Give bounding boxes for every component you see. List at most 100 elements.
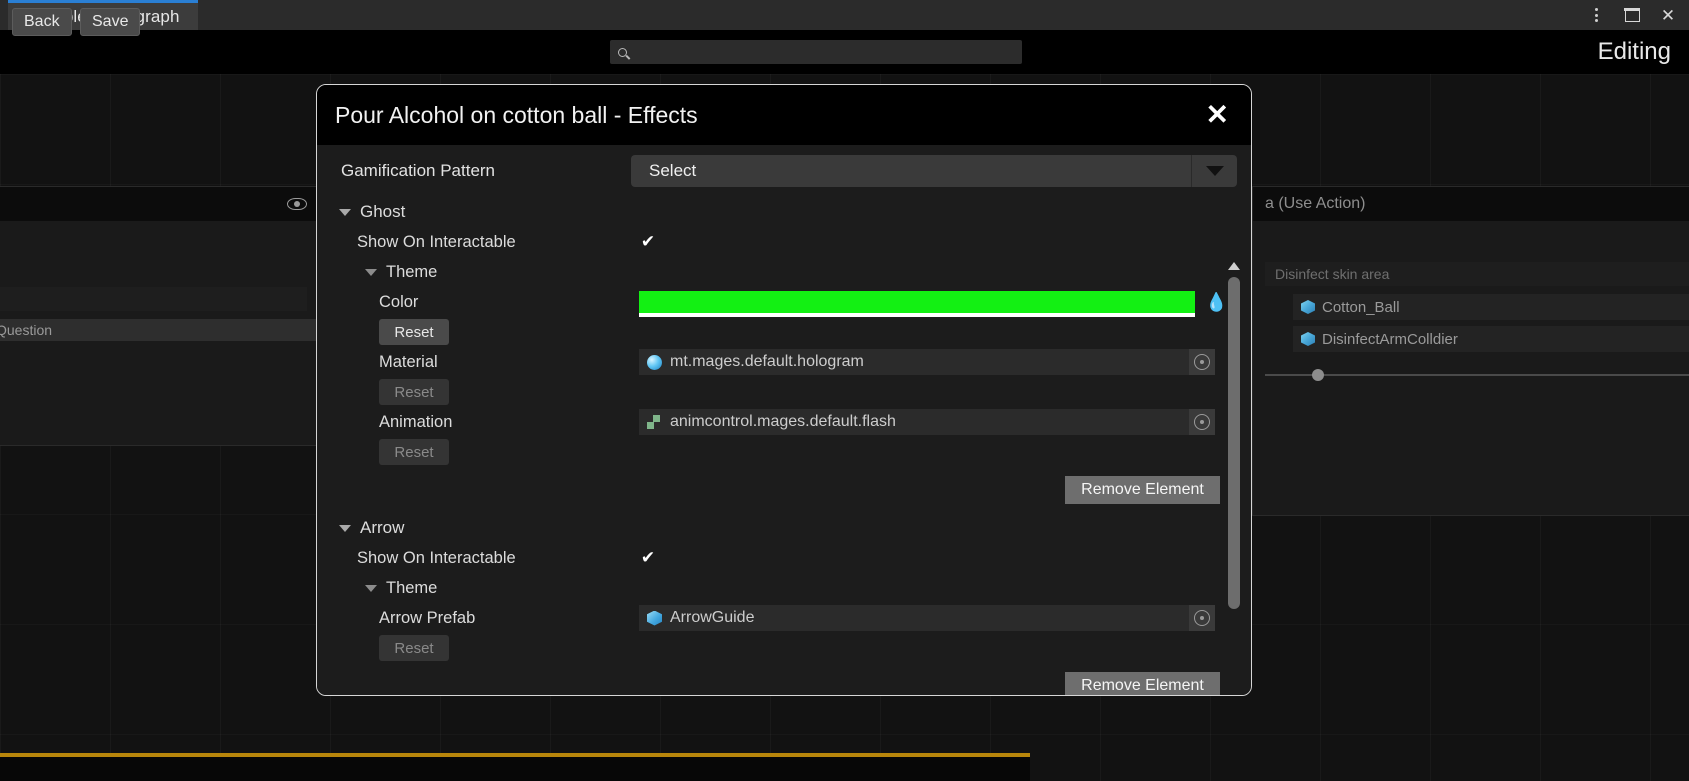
eyedropper-icon[interactable]: 💧 (1205, 292, 1227, 313)
kebab-menu-button[interactable] (1581, 1, 1611, 29)
use-action-node-header: a (Use Action) ⚡ (1253, 187, 1689, 221)
amount-slider[interactable] (1265, 368, 1689, 381)
ghost-theme-label: Theme (386, 262, 438, 281)
out-port-label: Out (1253, 221, 1689, 254)
prefab-object-picker-button[interactable] (1189, 605, 1215, 631)
amount-slider-row: 2 (1265, 366, 1689, 383)
close-window-icon: ✕ (1660, 5, 1676, 25)
arrow-remove-element-button[interactable]: Remove Element (1065, 672, 1220, 695)
gamification-pattern-dropdown-button[interactable] (1191, 155, 1237, 187)
arrow-prefab-row: Arrow Prefab ArrowGuide (317, 603, 1223, 633)
remove-element-label: Remove Element (1081, 481, 1204, 498)
ghost-show-on-interactable-label: Show On Interactable (357, 232, 516, 251)
arrow-show-on-interactable-checkbox[interactable]: ✔ (639, 548, 657, 567)
chevron-expanded-icon[interactable] (339, 524, 351, 532)
ghost-animation-row: Animation animcontrol.mages.default.flas… (317, 407, 1223, 437)
app-window: ExampleScenegraph ✕ Back Save Editing (0, 0, 1689, 781)
material-object-picker-button[interactable] (1189, 349, 1215, 375)
eye-icon[interactable] (287, 198, 307, 210)
reset-label: Reset (394, 443, 434, 461)
object-picker-icon (1194, 354, 1210, 370)
back-button[interactable]: Back (12, 8, 72, 36)
chevron-down-icon (1205, 166, 1224, 176)
arrow-theme-header[interactable]: Theme (317, 573, 1223, 603)
remove-element-label: Remove Element (1081, 677, 1204, 694)
question-action-node[interactable]: estion (Question Action) Injection Quest… (0, 186, 320, 446)
ref-row-disinfect-collider[interactable]: DisinfectArmColldier (1293, 326, 1689, 352)
restore-window-icon (1623, 7, 1641, 22)
save-button-label: Save (92, 13, 129, 30)
effects-scrollbar[interactable] (1227, 259, 1241, 695)
section-header-arrow[interactable]: Arrow (317, 513, 1223, 543)
ghost-remove-element-button[interactable]: Remove Element (1065, 476, 1220, 504)
question-action-node-header: estion (Question Action) (0, 187, 319, 221)
search-bar[interactable] (610, 40, 1022, 64)
chevron-up-icon (1228, 262, 1240, 270)
disinfect-section-text: Disinfect skin area (1275, 266, 1390, 282)
ghost-color-label: Color (379, 292, 419, 311)
object-picker-icon (1194, 610, 1210, 626)
injection-question-field[interactable]: Injection Question (0, 287, 307, 311)
ghost-animation-reset-button[interactable]: Reset (379, 439, 449, 465)
prefab-cube-icon (1301, 300, 1315, 314)
prefab-cube-icon (647, 610, 662, 626)
arrow-prefab-value: ArrowGuide (639, 605, 1215, 631)
close-window-button[interactable]: ✕ (1653, 1, 1683, 29)
arrow-prefab-text: ArrowGuide (670, 609, 755, 626)
ghost-color-value: 💧 (639, 291, 1227, 317)
window-controls: ✕ (1581, 0, 1683, 30)
search-input[interactable] (633, 44, 1003, 60)
ghost-animation-value: animcontrol.mages.default.flash (639, 409, 1215, 435)
arrow-show-on-interactable-label: Show On Interactable (357, 548, 516, 567)
ref-label: Cotton_Ball (1322, 298, 1400, 316)
animation-object-picker-button[interactable] (1189, 409, 1215, 435)
section-title-ghost: Ghost (360, 202, 406, 221)
edit-question-button[interactable]: Edit Question (0, 319, 319, 341)
chevron-expanded-icon[interactable] (365, 268, 377, 276)
effects-dialog-title: Pour Alcohol on cotton ball - Effects (335, 101, 698, 128)
restore-window-button[interactable] (1617, 1, 1647, 29)
mode-indicator: Editing (1597, 38, 1671, 65)
effects-scroll-area[interactable]: Ghost Show On Interactable ✔ Theme Color (317, 197, 1251, 695)
ghost-color-row: Color 💧 (317, 287, 1227, 317)
back-button-label: Back (24, 13, 60, 30)
gamification-pattern-dropdown[interactable]: Select (631, 155, 1237, 187)
reset-label: Reset (394, 323, 434, 341)
ghost-theme-header[interactable]: Theme (317, 257, 1223, 287)
scrollbar-thumb[interactable] (1228, 277, 1240, 609)
reset-label: Reset (394, 639, 434, 657)
ghost-material-reset-button[interactable]: Reset (379, 379, 449, 405)
ghost-animation-label: Animation (379, 412, 453, 431)
chevron-expanded-icon[interactable] (339, 208, 351, 216)
ghost-animation-text: animcontrol.mages.default.flash (670, 413, 896, 430)
save-button[interactable]: Save (80, 8, 141, 36)
ref-row-cotton-ball-left: Cotton_Ball (1301, 299, 1400, 316)
scroll-up-button[interactable] (1227, 259, 1241, 273)
arrow-show-on-interactable-row: Show On Interactable ✔ (317, 543, 1223, 573)
amount-slider-handle[interactable] (1312, 368, 1325, 381)
arrow-prefab-field[interactable]: ArrowGuide (639, 605, 1215, 631)
chevron-expanded-icon[interactable] (365, 584, 377, 592)
question-action-node-icons (287, 198, 307, 210)
ghost-show-on-interactable-checkbox[interactable]: ✔ (639, 232, 657, 251)
effects-dialog-body: Gamification Pattern Select Ghost Show O… (317, 145, 1251, 695)
ref-label: DisinfectArmColldier (1322, 330, 1458, 348)
close-dialog-button[interactable]: ✕ (1202, 101, 1233, 129)
ghost-animation-field[interactable]: animcontrol.mages.default.flash (639, 409, 1215, 435)
gamification-pattern-value[interactable]: Select (631, 155, 1191, 187)
section-title-arrow: Arrow (360, 518, 405, 537)
section-header-ghost[interactable]: Ghost (317, 197, 1223, 227)
ghost-color-reset-button[interactable]: Reset (379, 319, 449, 345)
use-action-node-title: a (Use Action) (1265, 195, 1366, 212)
ghost-color-swatch[interactable] (639, 291, 1195, 317)
effects-dialog-header: Pour Alcohol on cotton ball - Effects ✕ (317, 85, 1251, 145)
disinfect-section-label: Disinfect skin area (1265, 262, 1689, 286)
ghost-material-reset-row: Reset (317, 377, 1223, 407)
ref-row-cotton-ball[interactable]: Cotton_Ball (1293, 294, 1689, 320)
ghost-remove-row: Remove Element (317, 467, 1223, 513)
title-bar: ExampleScenegraph ✕ (0, 0, 1689, 30)
kebab-menu-icon (1594, 8, 1598, 22)
use-action-node[interactable]: a (Use Action) ⚡ Out Disinfect skin area… (1252, 186, 1689, 516)
arrow-prefab-reset-button[interactable]: Reset (379, 635, 449, 661)
ghost-material-field[interactable]: mt.mages.default.hologram (639, 349, 1215, 375)
